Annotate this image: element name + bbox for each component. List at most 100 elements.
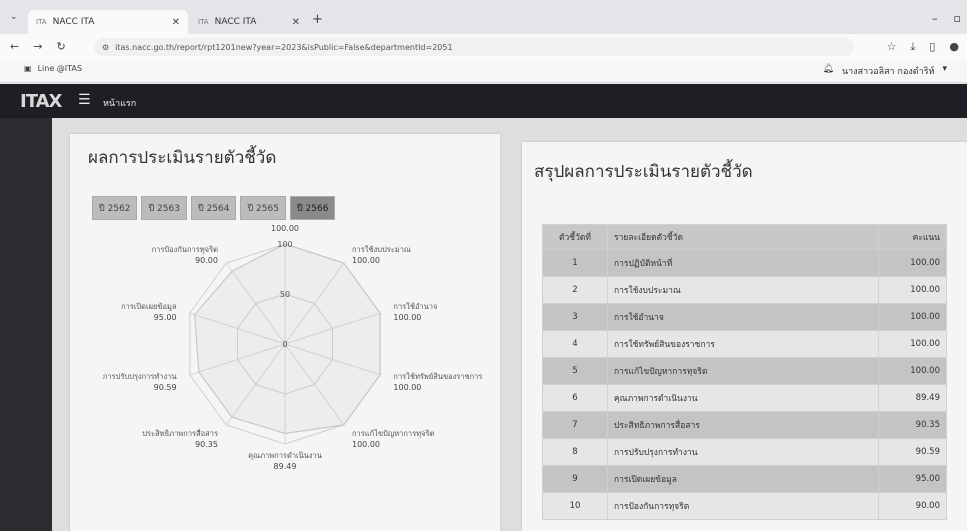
indicator-summary-card: สรุปผลการประเมินรายตัวชี้วัด ตัวชี้วัดที…	[522, 142, 967, 531]
browser-tab[interactable]: ITA NACC ITA ✕	[190, 10, 308, 34]
bookmark-star-icon[interactable]: ☆	[887, 40, 897, 54]
cell-name: การปรับปรุงการทำงาน	[607, 438, 879, 466]
cell-name: คุณภาพการดำเนินงาน	[607, 384, 879, 412]
bell-icon[interactable]: 🔔︎	[823, 64, 834, 78]
radar-tick-label: 0	[282, 340, 287, 349]
radar-chart: 050100การปฏิบัติหน้าที่100.00การใช้งบประ…	[103, 224, 483, 471]
radar-value-label: 89.49	[274, 462, 297, 471]
cell-no: 7	[542, 411, 608, 439]
itas-logo[interactable]: ITAX	[20, 91, 62, 112]
year-tab-2564[interactable]: ปี 2564	[190, 196, 237, 220]
restore-icon[interactable]: ▫	[954, 12, 961, 25]
bookmark-icon: ▣	[24, 64, 32, 73]
cell-score: 100.00	[878, 303, 947, 331]
chevron-down-icon: ▾	[942, 64, 947, 74]
table-row: 9 การเปิดเผยข้อมูล 95.00	[542, 465, 947, 493]
sidebar	[0, 118, 52, 531]
forward-icon[interactable]: →	[33, 40, 42, 53]
browser-tab-active[interactable]: ITA NACC ITA ✕	[28, 10, 188, 34]
cell-score: 100.00	[878, 276, 947, 304]
download-icon[interactable]: ⤓	[910, 40, 915, 54]
new-tab-button[interactable]: +	[312, 12, 323, 27]
cell-name: ประสิทธิภาพการสื่อสาร	[607, 411, 879, 439]
table-row: 10 การป้องกันการทุจริต 90.00	[542, 492, 947, 520]
user-menu[interactable]: 🔔︎ นางสาวอลิสา กองดำริห์ ▾	[823, 64, 947, 78]
year-tab-2566[interactable]: ปี 2566	[289, 196, 336, 220]
cell-no: 3	[542, 303, 608, 331]
year-tab-2563[interactable]: ปี 2563	[141, 196, 187, 220]
sidepanel-icon[interactable]: ▯	[929, 40, 935, 54]
table-row: 1 การปฏิบัติหน้าที่ 100.00	[542, 249, 947, 277]
app-header: ITAX ☰ หน้าแรก	[0, 84, 967, 118]
radar-axis-label: การเปิดเผยข้อมูล	[121, 302, 177, 311]
radar-value-label: 100.00	[393, 383, 421, 392]
cell-no: 4	[542, 330, 608, 358]
main-content: ผลการประเมินรายตัวชี้วัด ปี 2562 ปี 2563…	[52, 118, 967, 531]
radar-series-area	[194, 243, 381, 435]
cell-no: 5	[542, 357, 608, 385]
favicon-icon: ITA	[198, 18, 209, 26]
chart-card-title: ผลการประเมินรายตัวชี้วัด	[88, 148, 277, 168]
back-icon[interactable]: ←	[10, 40, 19, 53]
summary-card-title: สรุปผลการประเมินรายตัวชี้วัด	[534, 162, 753, 182]
table-row: 7 ประสิทธิภาพการสื่อสาร 90.35	[542, 411, 947, 439]
year-tab-2562[interactable]: ปี 2562	[92, 196, 138, 220]
tab-title: NACC ITA	[52, 17, 95, 27]
radar-axis-label: การปรับปรุงการทำงาน	[103, 372, 177, 381]
site-info-icon[interactable]: ⚙	[102, 43, 109, 52]
radar-value-label: 100.00	[271, 224, 299, 233]
cell-score: 90.00	[878, 492, 947, 520]
cell-no: 10	[542, 492, 608, 520]
minimize-icon[interactable]: –	[932, 12, 938, 25]
table-row: 2 การใช้งบประมาณ 100.00	[542, 276, 947, 304]
radar-tick-label: 100	[277, 240, 292, 249]
indicator-chart-card: ผลการประเมินรายตัวชี้วัด ปี 2562 ปี 2563…	[70, 134, 500, 531]
home-link[interactable]: หน้าแรก	[103, 96, 136, 110]
radar-value-label: 100.00	[352, 440, 380, 449]
cell-name: การเปิดเผยข้อมูล	[607, 465, 879, 493]
close-tab-icon[interactable]: ✕	[172, 17, 180, 28]
close-tab-icon[interactable]: ✕	[292, 17, 300, 28]
cell-score: 100.00	[878, 357, 947, 385]
cell-no: 2	[542, 276, 608, 304]
tab-title: NACC ITA	[214, 17, 257, 27]
url-field[interactable]: ⚙ itas.nacc.go.th/report/rpt1201new?year…	[94, 38, 854, 56]
col-header-name: รายละเอียดตัวชี้วัด	[607, 224, 879, 250]
reload-icon[interactable]: ↻	[56, 40, 65, 53]
cell-no: 9	[542, 465, 608, 493]
year-tab-2565[interactable]: ปี 2565	[240, 196, 286, 220]
radar-axis-label: ประสิทธิภาพการสื่อสาร	[142, 428, 218, 438]
year-tabs: ปี 2562 ปี 2563 ปี 2564 ปี 2565 ปี 2566	[92, 196, 336, 220]
radar-axis-label: การใช้ทรัพย์สินของราชการ	[393, 372, 482, 381]
table-row: 3 การใช้อำนาจ 100.00	[542, 303, 947, 331]
bookmark-line-itas[interactable]: ▣ Line @ITAS	[24, 64, 82, 73]
radar-value-label: 100.00	[352, 256, 380, 265]
menu-toggle-icon[interactable]: ☰	[78, 92, 91, 108]
profile-icon[interactable]: ●	[949, 40, 959, 54]
bookmarks-bar: ▣ Line @ITAS 🔔︎ นางสาวอลิสา กองดำริห์ ▾	[0, 60, 967, 83]
cell-score: 100.00	[878, 249, 947, 277]
table-row: 4 การใช้ทรัพย์สินของราชการ 100.00	[542, 330, 947, 358]
radar-value-label: 95.00	[154, 313, 177, 322]
cell-no: 1	[542, 249, 608, 277]
cell-score: 90.59	[878, 438, 947, 466]
cell-no: 6	[542, 384, 608, 412]
indicator-table: ตัวชี้วัดที่ รายละเอียดตัวชี้วัด คะแนน 1…	[542, 224, 947, 520]
cell-score: 100.00	[878, 330, 947, 358]
tab-search-icon[interactable]: ⌄	[10, 12, 18, 22]
radar-axis-label: การใช้อำนาจ	[393, 302, 437, 311]
user-name: นางสาวอลิสา กองดำริห์	[842, 67, 935, 77]
cell-score: 90.35	[878, 411, 947, 439]
cell-name: การแก้ไขปัญหาการทุจริต	[607, 357, 879, 385]
cell-no: 8	[542, 438, 608, 466]
col-header-score: คะแนน	[878, 224, 947, 250]
table-header-row: ตัวชี้วัดที่ รายละเอียดตัวชี้วัด คะแนน	[542, 224, 947, 250]
cell-name: การใช้งบประมาณ	[607, 276, 879, 304]
cell-name: การใช้ทรัพย์สินของราชการ	[607, 330, 879, 358]
radar-axis-label: การแก้ไขปัญหาการทุจริต	[352, 429, 435, 438]
favicon-icon: ITA	[36, 18, 47, 26]
radar-axis-label: การใช้งบประมาณ	[352, 245, 411, 254]
cell-name: การปฏิบัติหน้าที่	[607, 249, 879, 277]
col-header-no: ตัวชี้วัดที่	[542, 224, 608, 250]
url-text: itas.nacc.go.th/report/rpt1201new?year=2…	[115, 42, 453, 52]
